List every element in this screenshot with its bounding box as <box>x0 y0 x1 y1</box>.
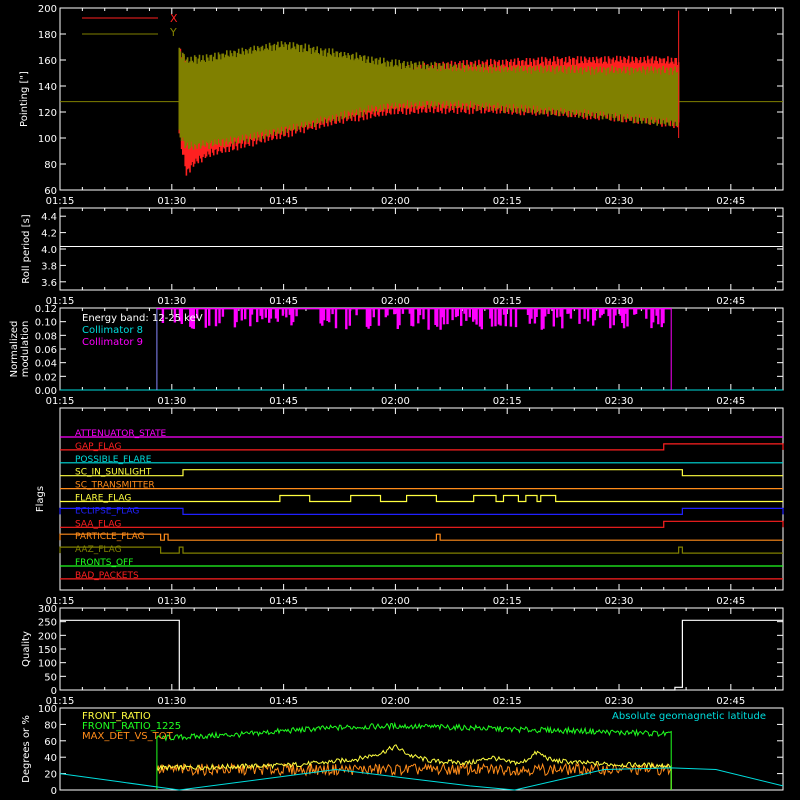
x-tick-label: 01:45 <box>269 596 298 607</box>
y-tick-label: 50 <box>44 672 57 683</box>
x-tick-label: 02:15 <box>493 196 522 207</box>
legend-y-label: Y <box>169 26 177 39</box>
y-tick-label: 200 <box>38 631 57 642</box>
flags-ylabel: Flags <box>35 486 46 512</box>
x-tick-label: 01:15 <box>46 396 75 407</box>
y-tick-label: 300 <box>38 604 57 615</box>
legend-collimator-9: Collimator 9 <box>82 337 143 348</box>
x-tick-label: 02:00 <box>381 296 410 307</box>
x-tick-label: 01:30 <box>157 596 186 607</box>
y-tick-label: 80 <box>44 160 57 171</box>
x-tick-label: 01:45 <box>269 296 298 307</box>
x-tick-label: 02:45 <box>716 596 745 607</box>
x-tick-label: 02:30 <box>605 596 634 607</box>
x-tick-label: 02:00 <box>381 596 410 607</box>
y-tick-label: 20 <box>44 770 57 781</box>
y-tick-label: 0.12 <box>35 304 57 315</box>
y-tick-label: 4.0 <box>41 245 57 256</box>
x-tick-label: 01:30 <box>157 296 186 307</box>
x-tick-label: 02:30 <box>605 396 634 407</box>
x-tick-label: 02:45 <box>716 196 745 207</box>
y-tick-label: 0.10 <box>35 318 57 329</box>
y-tick-label: 0 <box>51 786 57 797</box>
energy-band-annotation: Energy band: 12-25 keV <box>82 313 203 324</box>
legend-geomagnetic-latitude: Absolute geomagnetic latitude <box>612 711 766 722</box>
x-tick-label: 02:15 <box>493 396 522 407</box>
y-tick-label: 150 <box>38 645 57 656</box>
y-tick-label: 0.08 <box>35 331 57 342</box>
x-tick-label: 02:15 <box>493 596 522 607</box>
modulation-ylabel-line2: modulation <box>20 321 31 378</box>
y-tick-label: 140 <box>38 82 57 93</box>
y-tick-label: 100 <box>38 659 57 670</box>
x-tick-label: 02:45 <box>716 696 745 707</box>
ratios-ylabel: Degrees or % <box>21 715 32 783</box>
roll-ylabel: Roll period [s] <box>21 214 32 283</box>
y-tick-label: 100 <box>38 134 57 145</box>
x-tick-label: 01:30 <box>157 196 186 207</box>
y-tick-label: 100 <box>38 704 57 715</box>
y-tick-label: 4.2 <box>41 229 57 240</box>
y-tick-label: 3.6 <box>41 278 57 289</box>
y-tick-label: 60 <box>44 737 57 748</box>
x-tick-label: 01:45 <box>269 396 298 407</box>
y-tick-label: 80 <box>44 720 57 731</box>
y-tick-label: 0.06 <box>35 345 57 356</box>
y-tick-label: 3.8 <box>41 261 57 272</box>
y-tick-label: 200 <box>38 4 57 15</box>
x-tick-label: 02:30 <box>605 196 634 207</box>
x-tick-label: 01:45 <box>269 196 298 207</box>
x-tick-label: 01:30 <box>157 396 186 407</box>
y-tick-label: 250 <box>38 618 57 629</box>
x-tick-label: 01:30 <box>157 696 186 707</box>
legend-x-label: X <box>170 12 178 25</box>
y-tick-label: 4.4 <box>41 212 57 223</box>
x-tick-label: 02:45 <box>716 396 745 407</box>
y-tick-label: 120 <box>38 108 57 119</box>
y-tick-label: 160 <box>38 56 57 67</box>
x-tick-label: 02:00 <box>381 196 410 207</box>
x-tick-label: 02:30 <box>605 296 634 307</box>
x-tick-label: 02:30 <box>605 696 634 707</box>
x-tick-label: 02:45 <box>716 296 745 307</box>
y-tick-label: 0.02 <box>35 372 57 383</box>
quality-ylabel: Quality <box>21 631 32 667</box>
x-tick-label: 01:15 <box>46 196 75 207</box>
x-tick-label: 02:00 <box>381 396 410 407</box>
y-tick-label: 40 <box>44 753 57 764</box>
x-tick-label: 01:45 <box>269 696 298 707</box>
y-tick-label: 0.04 <box>35 359 57 370</box>
x-tick-label: 02:15 <box>493 696 522 707</box>
y-tick-label: 180 <box>38 30 57 41</box>
pointing-ylabel: Pointing ["] <box>19 71 30 127</box>
x-tick-label: 02:00 <box>381 696 410 707</box>
legend-max-det-vs-tot: MAX_DET_VS_TOT <box>82 731 174 742</box>
figure: Pointing ["] 6080100120140160180200 01:1… <box>0 0 800 800</box>
modulation-ylabel-line1: Normalized <box>9 321 20 378</box>
legend-collimator-8: Collimator 8 <box>82 325 143 336</box>
x-tick-label: 02:15 <box>493 296 522 307</box>
